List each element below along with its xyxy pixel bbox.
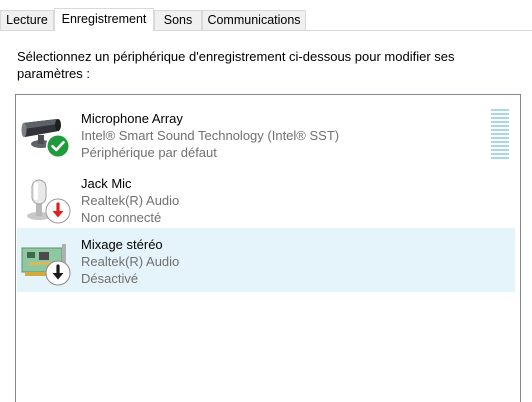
sound-dialog: Lecture Enregistrement Sons Communicatio… — [0, 0, 532, 402]
device-row-mixage-stereo[interactable]: Mixage stéréo Realtek(R) Audio Désactivé — [17, 228, 515, 292]
tab-communications[interactable]: Communications — [202, 10, 306, 30]
device-info: Jack Mic Realtek(R) Audio Non connecté — [81, 175, 179, 226]
device-status: Périphérique par défaut — [81, 145, 217, 160]
device-info: Microphone Array Intel® Smart Sound Tech… — [81, 110, 339, 161]
device-name: Jack Mic — [81, 176, 132, 191]
default-check-badge-icon — [46, 134, 70, 158]
device-name: Mixage stéréo — [81, 237, 163, 252]
sound-card-icon — [19, 234, 71, 286]
device-driver: Realtek(R) Audio — [81, 254, 180, 269]
tab-lecture[interactable]: Lecture — [0, 10, 54, 30]
device-status: Désactivé — [81, 271, 139, 286]
device-status: Non connecté — [81, 210, 162, 225]
device-driver: Intel® Smart Sound Technology (Intel® SS… — [81, 128, 340, 143]
microphone-array-icon — [19, 107, 71, 159]
tab-strip: Lecture Enregistrement Sons Communicatio… — [0, 8, 532, 31]
device-info: Mixage stéréo Realtek(R) Audio Désactivé — [81, 236, 179, 287]
instructions-text: Sélectionnez un périphérique d'enregistr… — [17, 49, 455, 81]
disabled-arrow-badge-icon — [45, 260, 71, 286]
tab-enregistrement[interactable]: Enregistrement — [54, 8, 154, 31]
unplugged-arrow-badge-icon — [45, 198, 71, 224]
device-row-microphone-array[interactable]: Microphone Array Intel® Smart Sound Tech… — [17, 101, 515, 165]
device-name: Microphone Array — [81, 111, 183, 126]
tab-sons[interactable]: Sons — [154, 10, 202, 30]
input-level-meter — [491, 109, 509, 159]
microphone-icon — [19, 172, 71, 224]
device-row-jack-mic[interactable]: Jack Mic Realtek(R) Audio Non connecté — [17, 166, 515, 230]
device-driver: Realtek(R) Audio — [81, 193, 180, 208]
recording-device-list[interactable]: Microphone Array Intel® Smart Sound Tech… — [15, 94, 521, 402]
